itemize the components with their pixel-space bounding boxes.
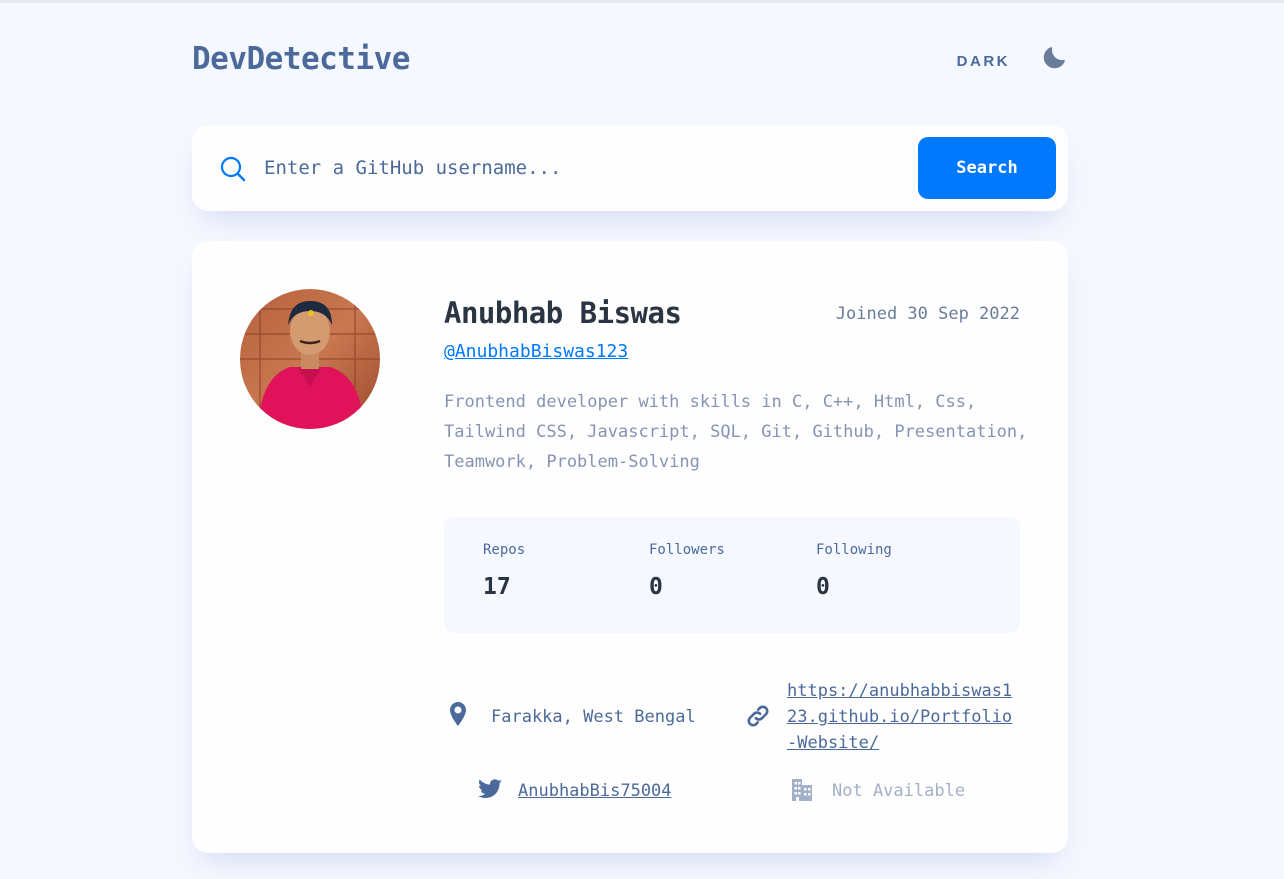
stats-panel: Repos 17 Followers 0 Following 0 xyxy=(444,517,1020,633)
stat-value: 0 xyxy=(816,574,830,600)
search-icon xyxy=(220,156,246,182)
avatar xyxy=(240,289,380,429)
stat-value: 0 xyxy=(649,574,663,600)
avatar-image xyxy=(240,289,380,429)
profile-name: Anubhab Biswas xyxy=(444,296,682,330)
stat-label: Followers xyxy=(649,542,725,558)
profile-card: Anubhab Biswas Joined 30 Sep 2022 @Anubh… xyxy=(192,241,1068,853)
company-icon xyxy=(792,779,812,801)
company-text: Not Available xyxy=(832,781,966,801)
link-icon xyxy=(747,705,769,727)
moon-icon xyxy=(1043,47,1065,69)
joined-date: Joined 30 Sep 2022 xyxy=(835,304,1020,324)
app-header: DevDetective DARK xyxy=(192,41,1068,85)
profile-bio: Frontend developer with skills in C, C++… xyxy=(444,392,1028,472)
location-text: Farakka, West Bengal xyxy=(491,707,696,727)
app-logo: DevDetective xyxy=(192,41,410,77)
profile-handle-link[interactable]: @AnubhabBiswas123 xyxy=(444,341,628,362)
stat-label: Following xyxy=(816,542,892,558)
search-button[interactable]: Search xyxy=(918,137,1056,199)
theme-toggle-label: DARK xyxy=(956,53,1010,70)
blog-link[interactable]: https://anubhabbiswas123.github.io/Portf… xyxy=(787,678,1022,756)
stat-value: 17 xyxy=(483,574,511,600)
stat-repos: Repos 17 xyxy=(483,542,525,600)
location-icon xyxy=(450,702,466,726)
stat-following: Following 0 xyxy=(816,542,892,600)
stat-followers: Followers 0 xyxy=(649,542,725,600)
twitter-icon xyxy=(478,779,502,799)
search-input[interactable] xyxy=(264,147,904,189)
stat-label: Repos xyxy=(483,542,526,558)
twitter-link[interactable]: AnubhabBis75004 xyxy=(518,781,672,801)
search-bar: Search xyxy=(192,125,1068,211)
theme-toggle[interactable]: DARK xyxy=(948,41,1068,77)
